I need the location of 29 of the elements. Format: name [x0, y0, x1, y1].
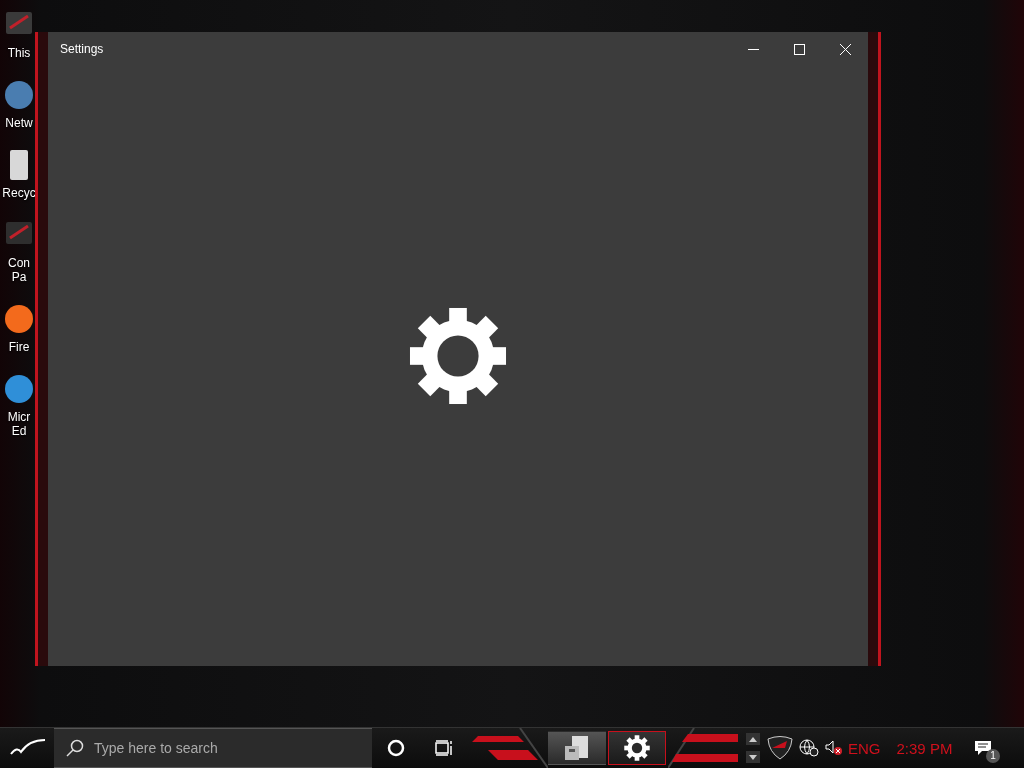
- scroll-up-button[interactable]: [746, 733, 760, 745]
- desktop-icon-label: Con Pa: [8, 256, 30, 284]
- browser-icon[interactable]: [4, 302, 34, 336]
- message-icon: [974, 740, 992, 756]
- files-app-button[interactable]: [548, 731, 606, 765]
- window-title: Settings: [60, 42, 104, 56]
- notification-count: 1: [986, 749, 1000, 763]
- desktop-icon-label: Micr Ed: [7, 410, 31, 438]
- speaker-muted-icon[interactable]: [825, 740, 843, 756]
- search-icon: [66, 739, 84, 757]
- shield-icon[interactable]: [767, 736, 793, 760]
- maximize-icon: [793, 43, 805, 55]
- browser-icon[interactable]: [4, 372, 34, 406]
- gear-icon: [624, 735, 650, 761]
- language-indicator[interactable]: ENG: [848, 739, 881, 757]
- clock[interactable]: 2:39 PM: [896, 739, 953, 757]
- task-view-icon: [435, 740, 453, 756]
- desktop-icon-label: This: [7, 46, 31, 60]
- up-arrow-icon: [749, 736, 757, 742]
- circle-icon: [387, 739, 405, 757]
- settings-app-button[interactable]: [608, 731, 666, 765]
- search-field[interactable]: Type here to search: [54, 728, 372, 768]
- desktop-icon-label: Recyc: [2, 186, 36, 200]
- scroll-down-button[interactable]: [746, 751, 760, 763]
- close-icon: [839, 43, 851, 55]
- desktop-icon-label: Fire: [8, 340, 30, 354]
- desktop-icon-label: Netw: [5, 116, 33, 130]
- settings-icon: [409, 307, 507, 405]
- down-arrow-icon: [749, 754, 757, 760]
